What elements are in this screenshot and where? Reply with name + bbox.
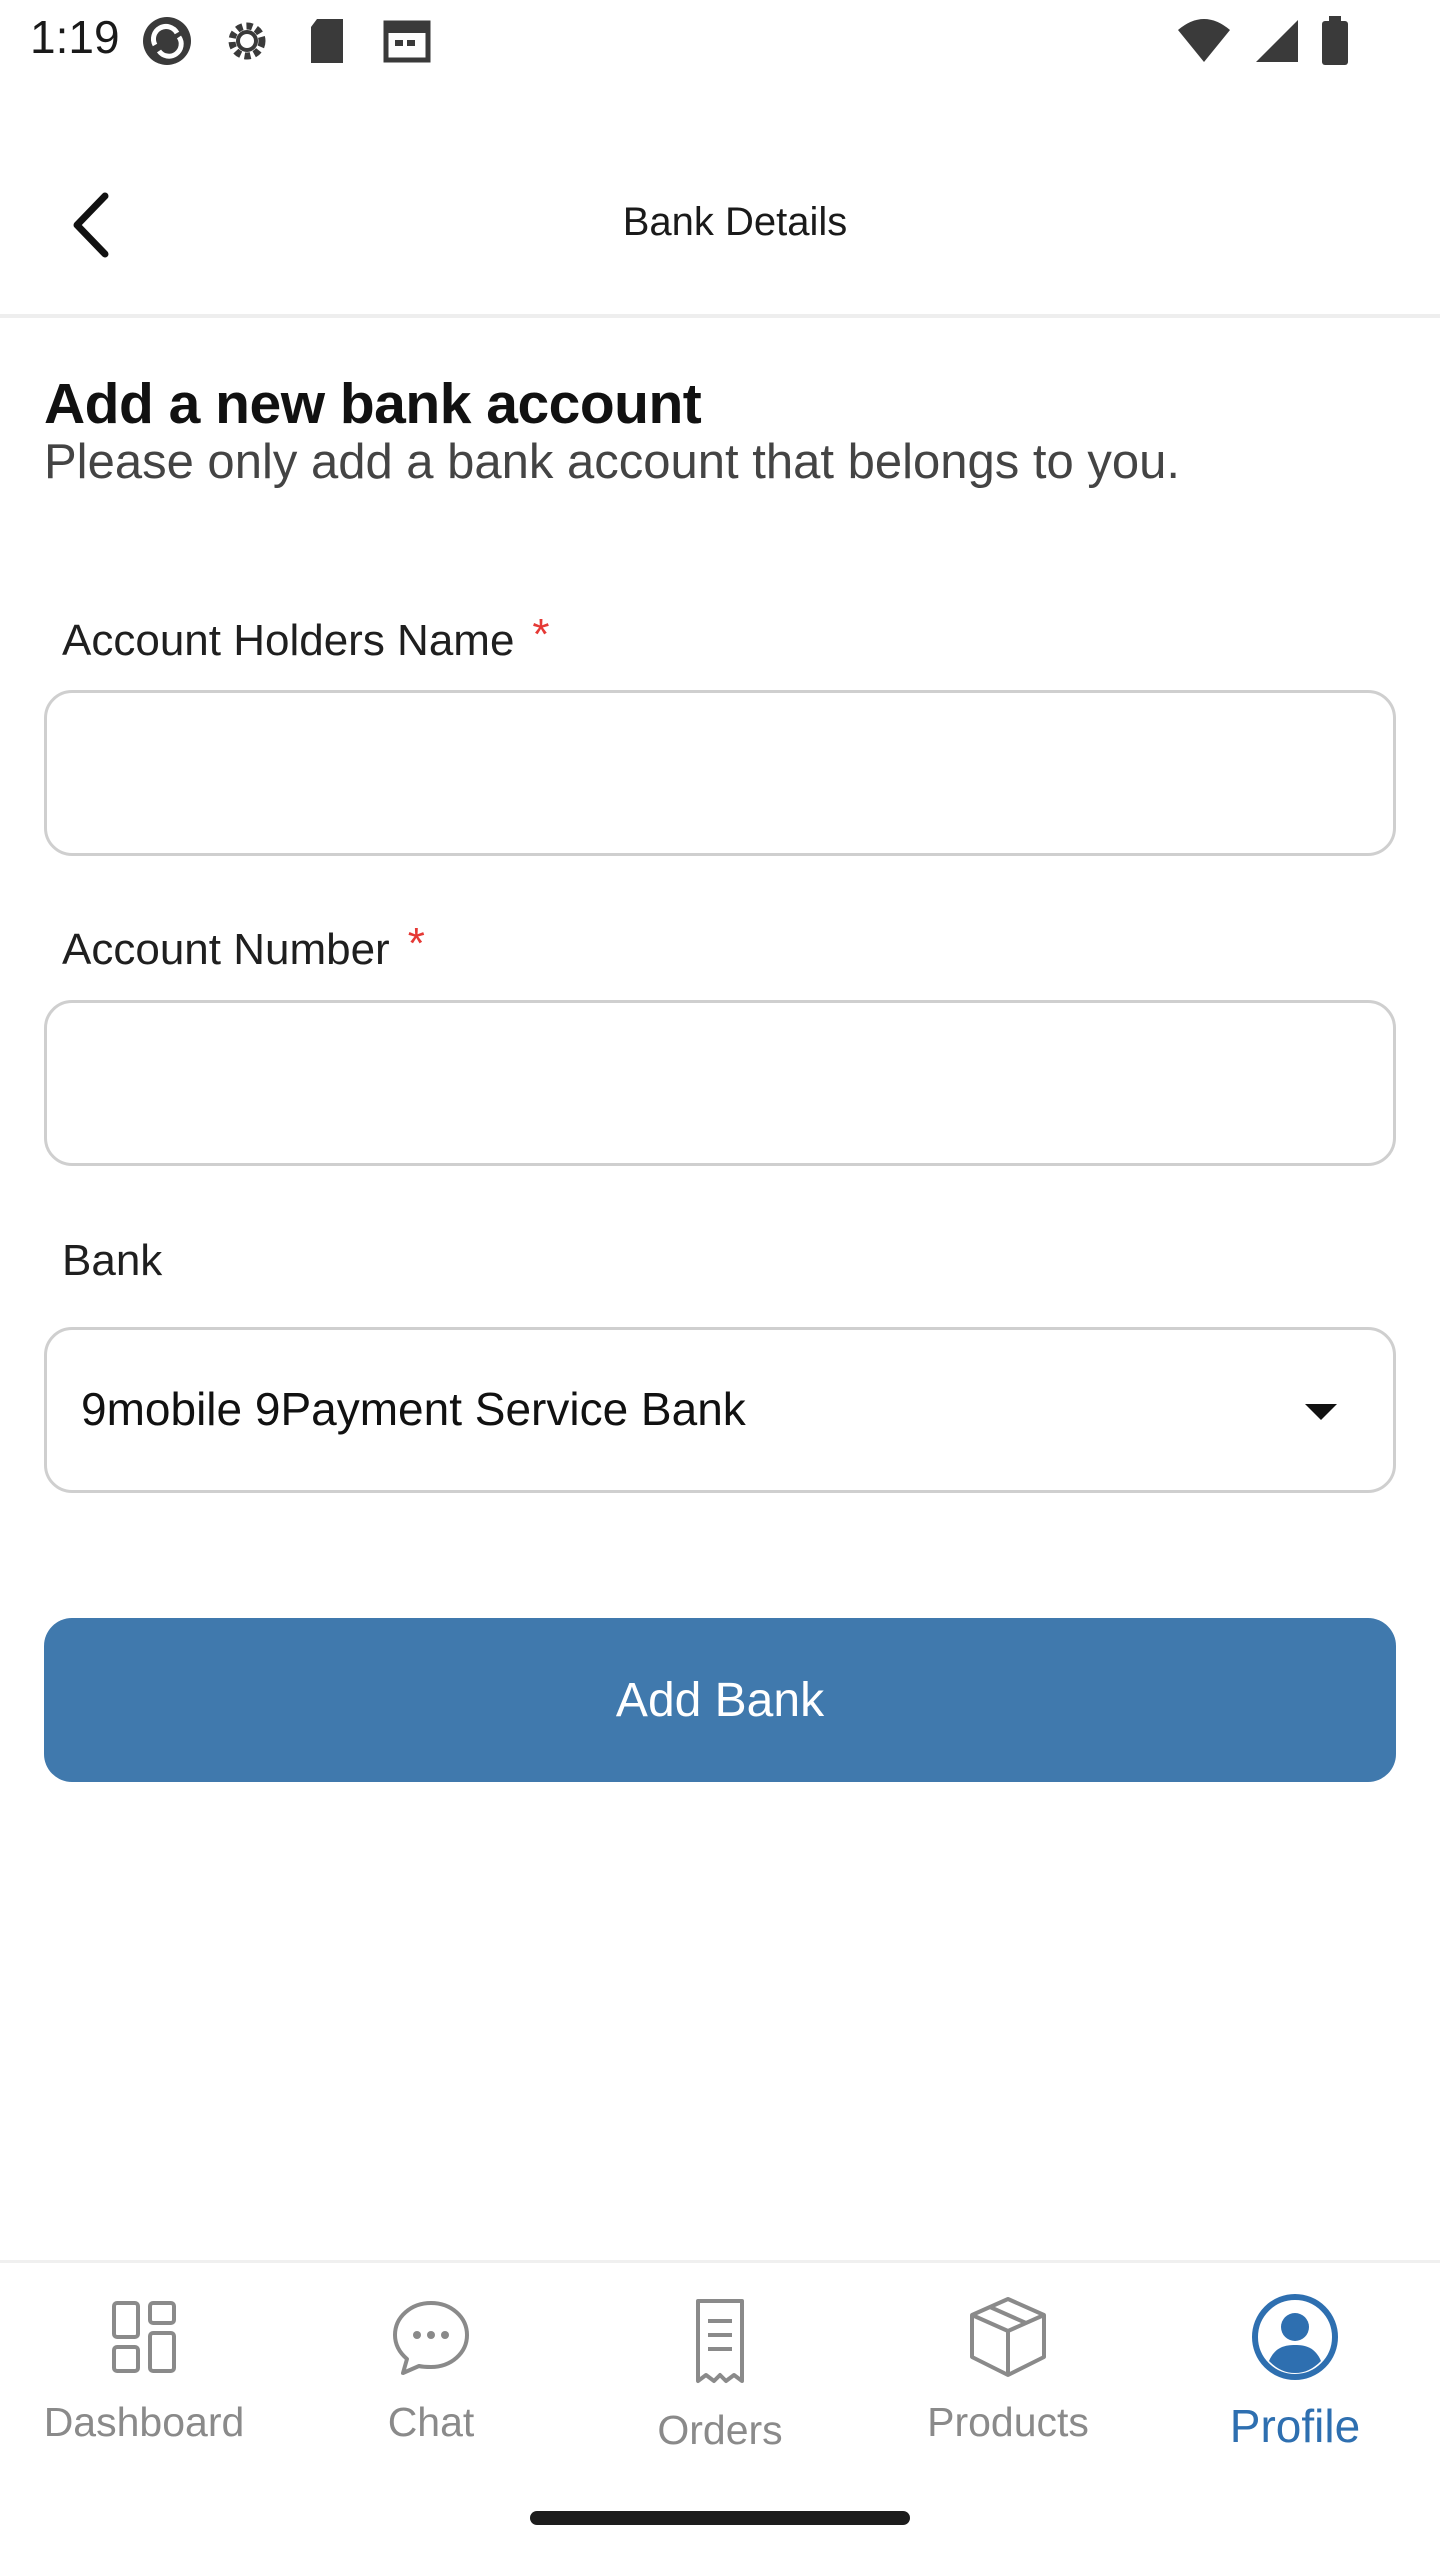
receipt-icon — [696, 2299, 744, 2383]
bank-select-value: 9mobile 9Payment Service Bank — [81, 1383, 746, 1435]
nav-item-dashboard[interactable]: Dashboard — [14, 2289, 274, 2489]
dashboard-icon — [112, 2301, 176, 2373]
nav-item-orders[interactable]: Orders — [590, 2289, 850, 2489]
nav-label-profile: Profile — [1229, 2400, 1361, 2452]
nav-label-dashboard: Dashboard — [43, 2399, 245, 2445]
status-icons-right — [1176, 16, 1350, 66]
app-bar: Bank Details — [0, 150, 1440, 318]
chat-icon — [393, 2301, 469, 2375]
sd-card-icon — [300, 14, 354, 68]
required-indicator: * — [532, 610, 550, 659]
gear-icon — [220, 14, 274, 68]
add-bank-button[interactable]: Add Bank — [44, 1618, 1396, 1782]
status-icons-left — [140, 14, 434, 68]
bank-label: Bank — [62, 1236, 163, 1285]
account-number-label-text: Account Number — [62, 925, 390, 974]
nav-label-chat: Chat — [387, 2399, 475, 2445]
account-holder-name-label-text: Account Holders Name — [62, 616, 515, 665]
add-bank-form: Add a new bank account Please only add a… — [44, 370, 1396, 1782]
account-holder-name-input[interactable] — [44, 690, 1396, 856]
form-heading: Add a new bank account — [44, 372, 702, 436]
form-subheading: Please only add a bank account that belo… — [44, 435, 1180, 489]
bank-select[interactable]: 9mobile 9Payment Service Bank — [44, 1327, 1396, 1493]
status-bar: 1:19 — [0, 0, 1440, 90]
account-number-label: Account Number * — [62, 919, 425, 975]
signal-icon — [1252, 18, 1300, 64]
battery-icon — [1320, 16, 1350, 66]
nav-label-products: Products — [927, 2399, 1089, 2445]
status-time: 1:19 — [30, 11, 120, 63]
nav-label-orders: Orders — [657, 2407, 783, 2453]
nav-item-products[interactable]: Products — [878, 2289, 1138, 2489]
home-indicator — [530, 2511, 910, 2525]
page-title: Bank Details — [622, 200, 848, 244]
nav-item-profile[interactable]: Profile — [1165, 2289, 1425, 2489]
box-icon — [970, 2297, 1046, 2377]
wifi-icon — [1176, 18, 1232, 64]
sync-icon — [140, 14, 194, 68]
caret-down-icon — [1305, 1404, 1337, 1420]
account-holder-name-label: Account Holders Name * — [62, 610, 550, 666]
required-indicator: * — [407, 919, 425, 968]
user-circle-icon — [1252, 2294, 1338, 2380]
account-number-input[interactable] — [44, 1000, 1396, 1166]
calendar-icon — [380, 14, 434, 68]
nav-item-chat[interactable]: Chat — [301, 2289, 561, 2489]
